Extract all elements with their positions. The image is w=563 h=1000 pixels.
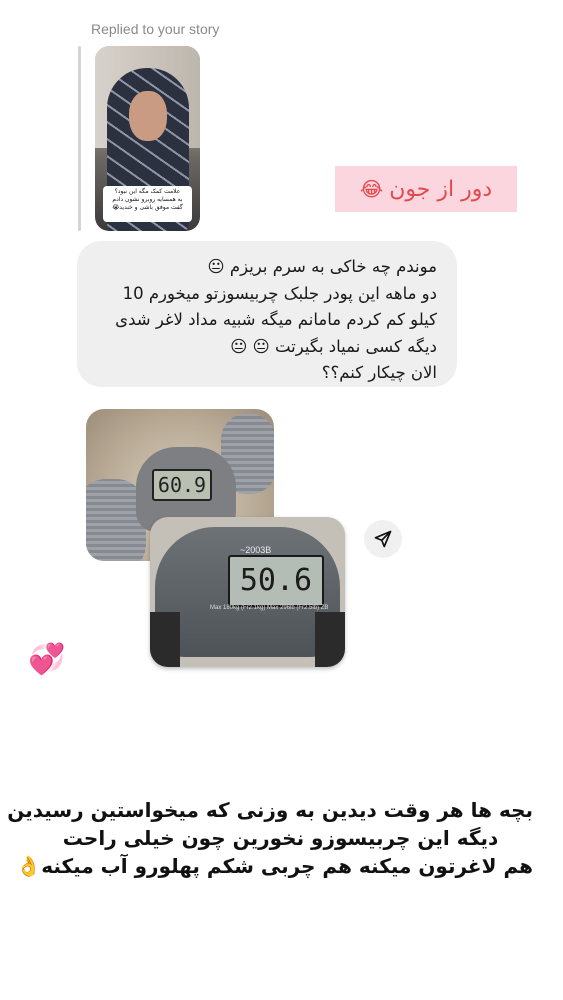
message-line: الان چیکار کنم؟؟ xyxy=(321,363,437,382)
story-person-face xyxy=(129,91,167,141)
sticker-line: گفت موفق باشی و خندید😭 xyxy=(112,204,183,211)
feet xyxy=(150,612,345,667)
incoming-message-bubble[interactable]: موندم چه خاکی به سرم بریزم 😐 دو ماهه این… xyxy=(77,241,457,387)
share-button[interactable] xyxy=(364,520,402,558)
scale-spec-text: Max 180kg (Fr2.1kg) Max 296lb (Fr2.5lb) … xyxy=(210,605,329,611)
scale-photo-after[interactable]: ~2003B 50.6 Max 180kg (Fr2.1kg) Max 296l… xyxy=(150,517,345,667)
story-thumbnail[interactable]: علامت کمک مگه این نبود؟ به همسایه روبرو … xyxy=(95,46,200,231)
scale-model-label: ~2003B xyxy=(240,545,272,555)
scale-display-before: 60.9 xyxy=(152,469,212,501)
send-icon xyxy=(374,530,392,548)
scale-display-after: 50.6 xyxy=(228,555,324,607)
caption-line: دیگه این چربیسوزو نخورین چون خیلی راحت xyxy=(62,826,499,850)
message-line: دیگه کسی نمیاد بگیرتت 😐 😐 xyxy=(230,336,437,356)
reply-quote-bar xyxy=(78,46,81,231)
caption-line: هم لاغرتون میکنه هم چربی شکم پهلورو آب م… xyxy=(16,854,533,878)
message-line: دو ماهه این پودر جلبک چربیسوزتو میخورم 1… xyxy=(122,283,437,303)
caption-text: بچه ها هر وقت دیدین به وزنی که میخواستین… xyxy=(7,796,533,880)
sticker-line: علامت کمک مگه این نبود؟ xyxy=(114,188,181,195)
replied-to-story-label: Replied to your story xyxy=(91,21,220,37)
sticker-line: به همسایه روبرو نشون دادم xyxy=(112,196,183,203)
message-line: کیلو کم کردم مامانم میگه شبیه مداد لاغر … xyxy=(115,310,437,329)
caption-line: بچه ها هر وقت دیدین به وزنی که میخواستین… xyxy=(7,798,533,822)
story-text-sticker: علامت کمک مگه این نبود؟ به همسایه روبرو … xyxy=(103,186,192,222)
reply-text: دور از جون xyxy=(389,176,493,202)
message-line: موندم چه خاکی به سرم بریزم 😐 xyxy=(207,257,437,276)
outgoing-reply-bubble[interactable]: دور از جون 😂 xyxy=(335,166,517,212)
heart-reaction-icon[interactable]: 💞 xyxy=(27,639,67,679)
laughing-emoji-icon: 😂 xyxy=(359,177,384,201)
